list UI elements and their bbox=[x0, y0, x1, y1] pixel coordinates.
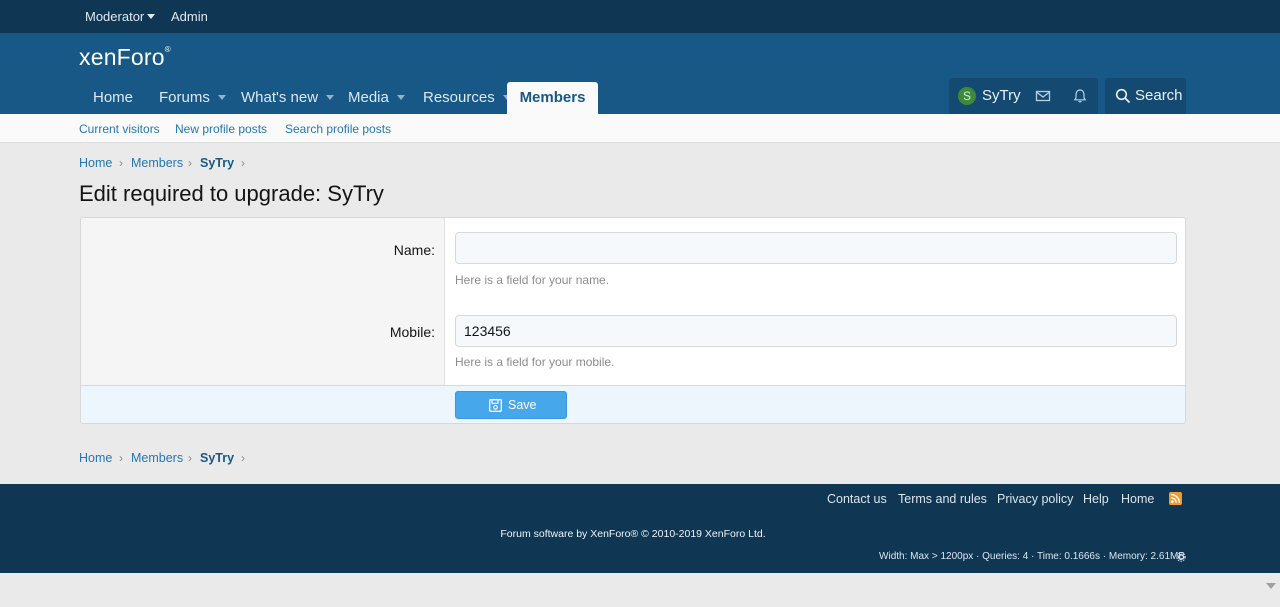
mobile-label: Mobile: bbox=[389, 324, 435, 340]
site-header: xenForo® Home Forums What's new Media Re… bbox=[0, 33, 1280, 114]
breadcrumb-members[interactable]: Members bbox=[131, 451, 183, 465]
caret-down-icon bbox=[147, 14, 156, 20]
page-bottom-area bbox=[0, 573, 1280, 607]
copyright-link[interactable]: Forum software by XenForo® © 2010-2019 X… bbox=[500, 528, 765, 540]
chevron-right-icon: › bbox=[119, 451, 123, 465]
bell-icon[interactable] bbox=[1072, 88, 1088, 104]
gear-icon[interactable] bbox=[1176, 552, 1186, 562]
rss-icon[interactable] bbox=[1169, 492, 1182, 505]
search-label: Search bbox=[1135, 87, 1183, 104]
page-title: Edit required to upgrade: SyTry bbox=[79, 181, 384, 206]
chevron-right-icon: › bbox=[188, 156, 192, 170]
sub-navigation: Current visitors New profile posts Searc… bbox=[0, 114, 1280, 143]
breadcrumb-user[interactable]: SyTry bbox=[200, 451, 234, 465]
footer-terms-and-rules[interactable]: Terms and rules bbox=[898, 492, 987, 506]
mobile-hint: Here is a field for your mobile. bbox=[455, 355, 615, 369]
breadcrumb-home[interactable]: Home bbox=[79, 156, 112, 170]
upgrade-form: Name: Here is a field for your name. Mob… bbox=[80, 217, 1186, 424]
site-footer: Contact us Terms and rules Privacy polic… bbox=[0, 484, 1280, 573]
logo-text: xenForo bbox=[79, 44, 165, 70]
footer-home[interactable]: Home bbox=[1121, 492, 1154, 506]
breadcrumb-home[interactable]: Home bbox=[79, 451, 112, 465]
chevron-right-icon: › bbox=[119, 156, 123, 170]
subnav-search-profile-posts[interactable]: Search profile posts bbox=[285, 122, 391, 136]
floppy-disk-icon bbox=[489, 398, 502, 412]
moderator-label: Moderator bbox=[85, 9, 145, 24]
form-submit-row: Save bbox=[81, 385, 1185, 423]
nav-tab-home[interactable]: Home bbox=[93, 82, 133, 114]
chevron-right-icon: › bbox=[241, 451, 245, 465]
nav-tab-label: Home bbox=[93, 89, 134, 106]
breadcrumb-members[interactable]: Members bbox=[131, 156, 183, 170]
name-label: Name: bbox=[393, 242, 435, 258]
chevron-down-icon[interactable] bbox=[326, 94, 335, 100]
name-hint: Here is a field for your name. bbox=[455, 273, 610, 287]
nav-tab-whats-new[interactable]: What's new bbox=[241, 82, 335, 114]
save-button[interactable]: Save bbox=[455, 391, 567, 419]
avatar[interactable]: S bbox=[958, 87, 976, 105]
nav-tab-label: Media bbox=[348, 89, 389, 106]
logo-mark: ® bbox=[164, 45, 171, 55]
chevron-right-icon: › bbox=[188, 451, 192, 465]
nav-tab-resources[interactable]: Resources bbox=[423, 82, 511, 114]
debug-info: Width: Max > 1200px · Queries: 4 · Time:… bbox=[879, 551, 1185, 562]
nav-tab-label: Members bbox=[519, 89, 586, 106]
name-input[interactable] bbox=[455, 232, 1177, 264]
breadcrumb-user[interactable]: SyTry bbox=[200, 156, 234, 170]
form-label-column bbox=[81, 218, 445, 385]
nav-tab-forums[interactable]: Forums bbox=[159, 82, 226, 114]
copyright-text: Forum software by XenForo® © 2010-2019 X… bbox=[0, 528, 1280, 540]
chevron-down-icon[interactable] bbox=[396, 94, 405, 100]
username-link[interactable]: SyTry bbox=[982, 87, 1021, 104]
footer-help[interactable]: Help bbox=[1083, 492, 1109, 506]
nav-tab-media[interactable]: Media bbox=[348, 82, 405, 114]
staff-bar: Moderator Admin bbox=[0, 0, 1280, 33]
nav-tab-members[interactable]: Members bbox=[507, 82, 598, 114]
nav-tab-label: Forums bbox=[159, 89, 210, 106]
user-nav-group: S SyTry bbox=[949, 78, 1098, 114]
search-button[interactable]: Search bbox=[1105, 78, 1186, 114]
search-icon bbox=[1115, 88, 1131, 104]
envelope-icon[interactable] bbox=[1035, 88, 1051, 104]
footer-contact-us[interactable]: Contact us bbox=[827, 492, 887, 506]
subnav-current-visitors[interactable]: Current visitors bbox=[79, 122, 160, 136]
chevron-down-icon[interactable] bbox=[217, 94, 226, 100]
mobile-input[interactable] bbox=[455, 315, 1177, 347]
nav-tab-label: Resources bbox=[423, 89, 495, 106]
save-label: Save bbox=[508, 398, 537, 412]
site-logo[interactable]: xenForo® bbox=[79, 44, 171, 71]
chevron-right-icon: › bbox=[241, 156, 245, 170]
scroll-down-arrow-icon[interactable] bbox=[1266, 583, 1276, 589]
subnav-new-profile-posts[interactable]: New profile posts bbox=[175, 122, 267, 136]
moderator-menu[interactable]: Moderator bbox=[85, 9, 156, 24]
nav-tab-label: What's new bbox=[241, 89, 319, 106]
admin-link[interactable]: Admin bbox=[171, 9, 208, 24]
footer-privacy-policy[interactable]: Privacy policy bbox=[997, 492, 1073, 506]
